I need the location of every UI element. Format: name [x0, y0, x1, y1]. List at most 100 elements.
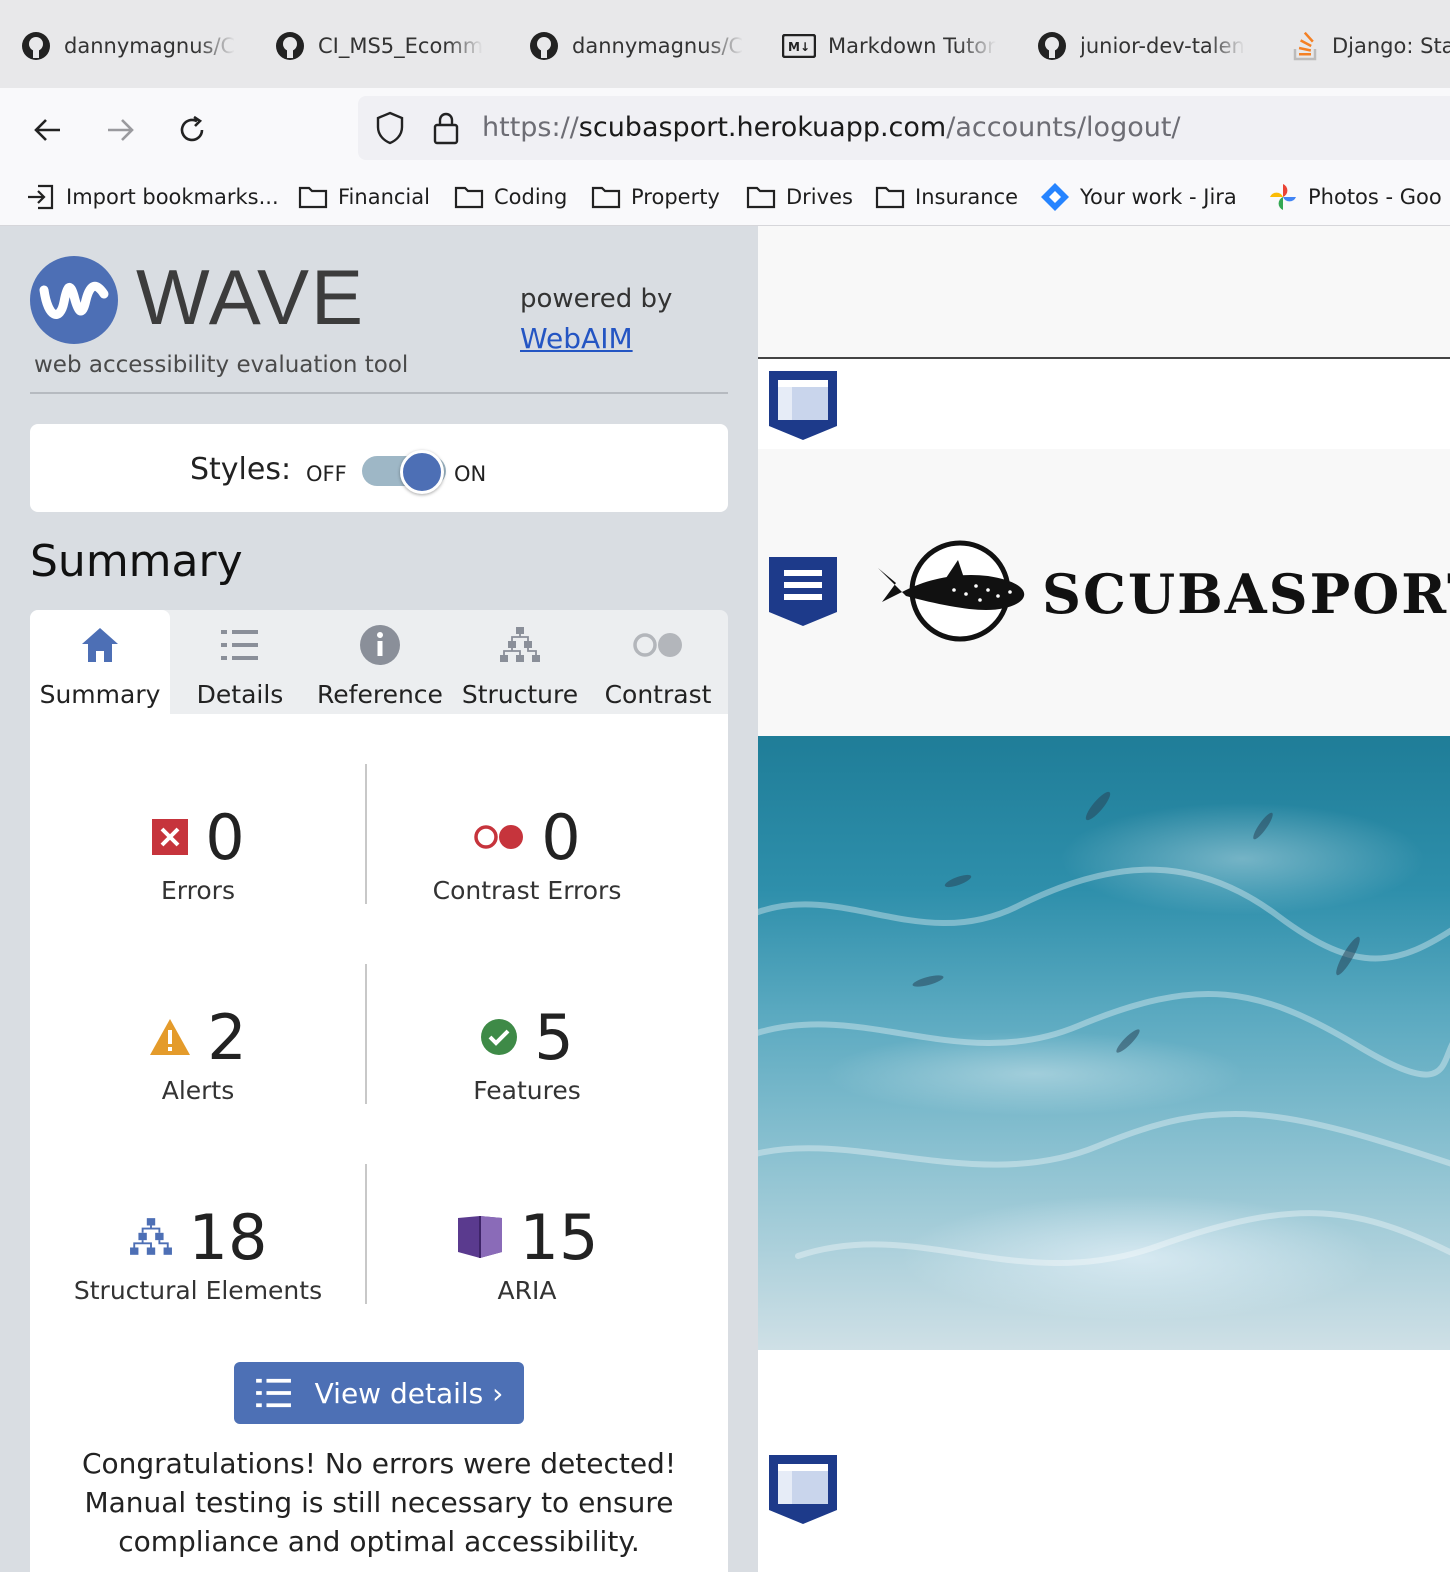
styles-off-label: OFF: [306, 462, 347, 486]
folder-icon: [298, 186, 328, 209]
home-icon: [82, 628, 118, 662]
structure-icon: [129, 1218, 172, 1255]
bookmark-folder[interactable]: Financial: [298, 180, 430, 214]
folder-icon: [746, 186, 776, 209]
browser-tab-label: CI_MS5_Ecomm: [318, 34, 484, 58]
preview-section: [758, 359, 1450, 449]
alert-icon: [150, 1019, 191, 1055]
url-path: /accounts/logout/: [946, 112, 1181, 143]
aria-badge-icon[interactable]: [766, 554, 840, 628]
tab-label: Summary: [39, 680, 161, 709]
page-preview: SCUBASPORT: [758, 226, 1450, 1572]
browser-tab[interactable]: M↓ Markdown Tutor: [782, 26, 1004, 66]
styles-label: Styles:: [190, 452, 292, 487]
hero-image: [758, 736, 1450, 1350]
stat-features[interactable]: 5 Features: [367, 1000, 687, 1106]
github-icon: [530, 32, 558, 60]
address-bar[interactable]: https://scubasport.herokuapp.com/account…: [358, 96, 1450, 160]
url-scheme: https://: [482, 112, 579, 143]
browser-tab[interactable]: Django: Sta: [1292, 26, 1450, 66]
info-icon: [360, 625, 400, 665]
underwater-scene: [758, 791, 1450, 1266]
brand-name: SCUBASPORT: [1042, 562, 1450, 626]
browser-tab[interactable]: dannymagnus/C: [20, 26, 240, 66]
stat-alerts[interactable]: 2 Alerts: [30, 1001, 366, 1105]
stat-value: 0: [205, 800, 245, 874]
svg-text:M↓: M↓: [788, 40, 810, 54]
stat-contrast-errors[interactable]: 0 Contrast Errors: [367, 800, 687, 906]
stat-aria[interactable]: 15 ARIA: [367, 1200, 687, 1305]
arrow-left-icon: [34, 119, 60, 141]
import-icon: [28, 184, 54, 210]
styles-toggle-knob[interactable]: [400, 450, 444, 494]
aria-badge-icon[interactable]: [766, 368, 840, 442]
tab-reference[interactable]: Reference: [310, 610, 450, 714]
tab-details[interactable]: Details: [170, 610, 310, 714]
bookmark-jira[interactable]: Your work - Jira: [1040, 180, 1237, 214]
tab-label: Contrast: [604, 680, 712, 709]
stat-errors[interactable]: 0 Errors: [30, 800, 366, 905]
wave-subtitle: web accessibility evaluation tool: [34, 352, 409, 378]
preview-section: [758, 1350, 1450, 1572]
contrast-error-icon: [474, 825, 524, 849]
github-icon: [276, 32, 304, 60]
browser-tab[interactable]: CI_MS5_Ecomm: [274, 26, 494, 66]
tab-label: Reference: [317, 680, 443, 709]
browser-tab-bar: dannymagnus/C CI_MS5_Ecomm dannymagnus/C…: [0, 0, 1450, 88]
webaim-link[interactable]: WebAIM: [520, 322, 633, 355]
aria-icon: [457, 1216, 502, 1258]
browser-tab-label: junior-dev-talen: [1080, 34, 1245, 58]
bookmark-label: Coding: [494, 185, 568, 209]
divider: [30, 392, 728, 394]
folder-icon: [591, 186, 621, 209]
error-icon: [152, 819, 189, 855]
list-icon: [221, 630, 258, 660]
browser-tab-label: dannymagnus/C: [572, 34, 744, 58]
forward-button[interactable]: [100, 110, 140, 150]
jira-icon: [1041, 183, 1069, 211]
github-icon: [1038, 32, 1066, 60]
bookmarks-bar: Import bookmarks... Financial Coding Pro…: [0, 170, 1450, 226]
google-photos-icon: [1270, 184, 1296, 210]
browser-tab[interactable]: dannymagnus/C: [528, 26, 748, 66]
bookmark-label: Drives: [786, 185, 853, 209]
powered-by-text: powered by: [520, 284, 673, 314]
bookmark-label: Financial: [338, 185, 430, 209]
bookmark-folder[interactable]: Drives: [746, 180, 853, 214]
stat-value: 18: [188, 1200, 268, 1274]
bookmark-import[interactable]: Import bookmarks...: [26, 180, 279, 214]
bookmark-photos[interactable]: Photos - Goo: [1268, 180, 1442, 214]
markdown-icon: M↓: [782, 34, 816, 58]
tab-summary[interactable]: Summary: [30, 610, 170, 714]
stat-value: 0: [541, 800, 581, 874]
stat-value: 5: [534, 1000, 574, 1074]
bookmark-label: Import bookmarks...: [66, 185, 279, 209]
tab-label: Structure: [461, 680, 579, 709]
bookmark-label: Property: [631, 185, 720, 209]
lock-icon: [433, 112, 459, 145]
bookmark-folder[interactable]: Property: [591, 180, 720, 214]
bookmark-label: Your work - Jira: [1080, 185, 1237, 209]
aria-badge-icon[interactable]: [766, 1452, 840, 1526]
tab-structure[interactable]: Structure: [450, 610, 590, 714]
browser-tab[interactable]: junior-dev-talen: [1036, 26, 1256, 66]
folder-icon: [875, 186, 905, 209]
list-icon: [255, 1378, 291, 1408]
back-button[interactable]: [28, 110, 68, 150]
bookmark-label: Insurance: [915, 185, 1019, 209]
contrast-icon: [633, 633, 682, 657]
browser-tab-label: dannymagnus/C: [64, 34, 236, 58]
github-icon: [22, 32, 50, 60]
stat-label: Contrast Errors: [432, 876, 622, 905]
view-details-button[interactable]: View details ›: [234, 1362, 524, 1424]
stat-label: Errors: [161, 876, 235, 905]
feature-check-icon: [481, 1019, 518, 1055]
reload-button[interactable]: [172, 110, 212, 150]
tab-contrast[interactable]: Contrast: [588, 610, 728, 714]
bookmark-folder[interactable]: Coding: [454, 180, 567, 214]
stat-structural-elements[interactable]: 18 Structural Elements: [30, 1200, 366, 1306]
wave-tab-bar: Summary Details Reference Structure Cont…: [30, 610, 728, 714]
reload-icon: [180, 115, 204, 142]
bookmark-folder[interactable]: Insurance: [875, 180, 1018, 214]
stat-value: 15: [519, 1200, 599, 1274]
